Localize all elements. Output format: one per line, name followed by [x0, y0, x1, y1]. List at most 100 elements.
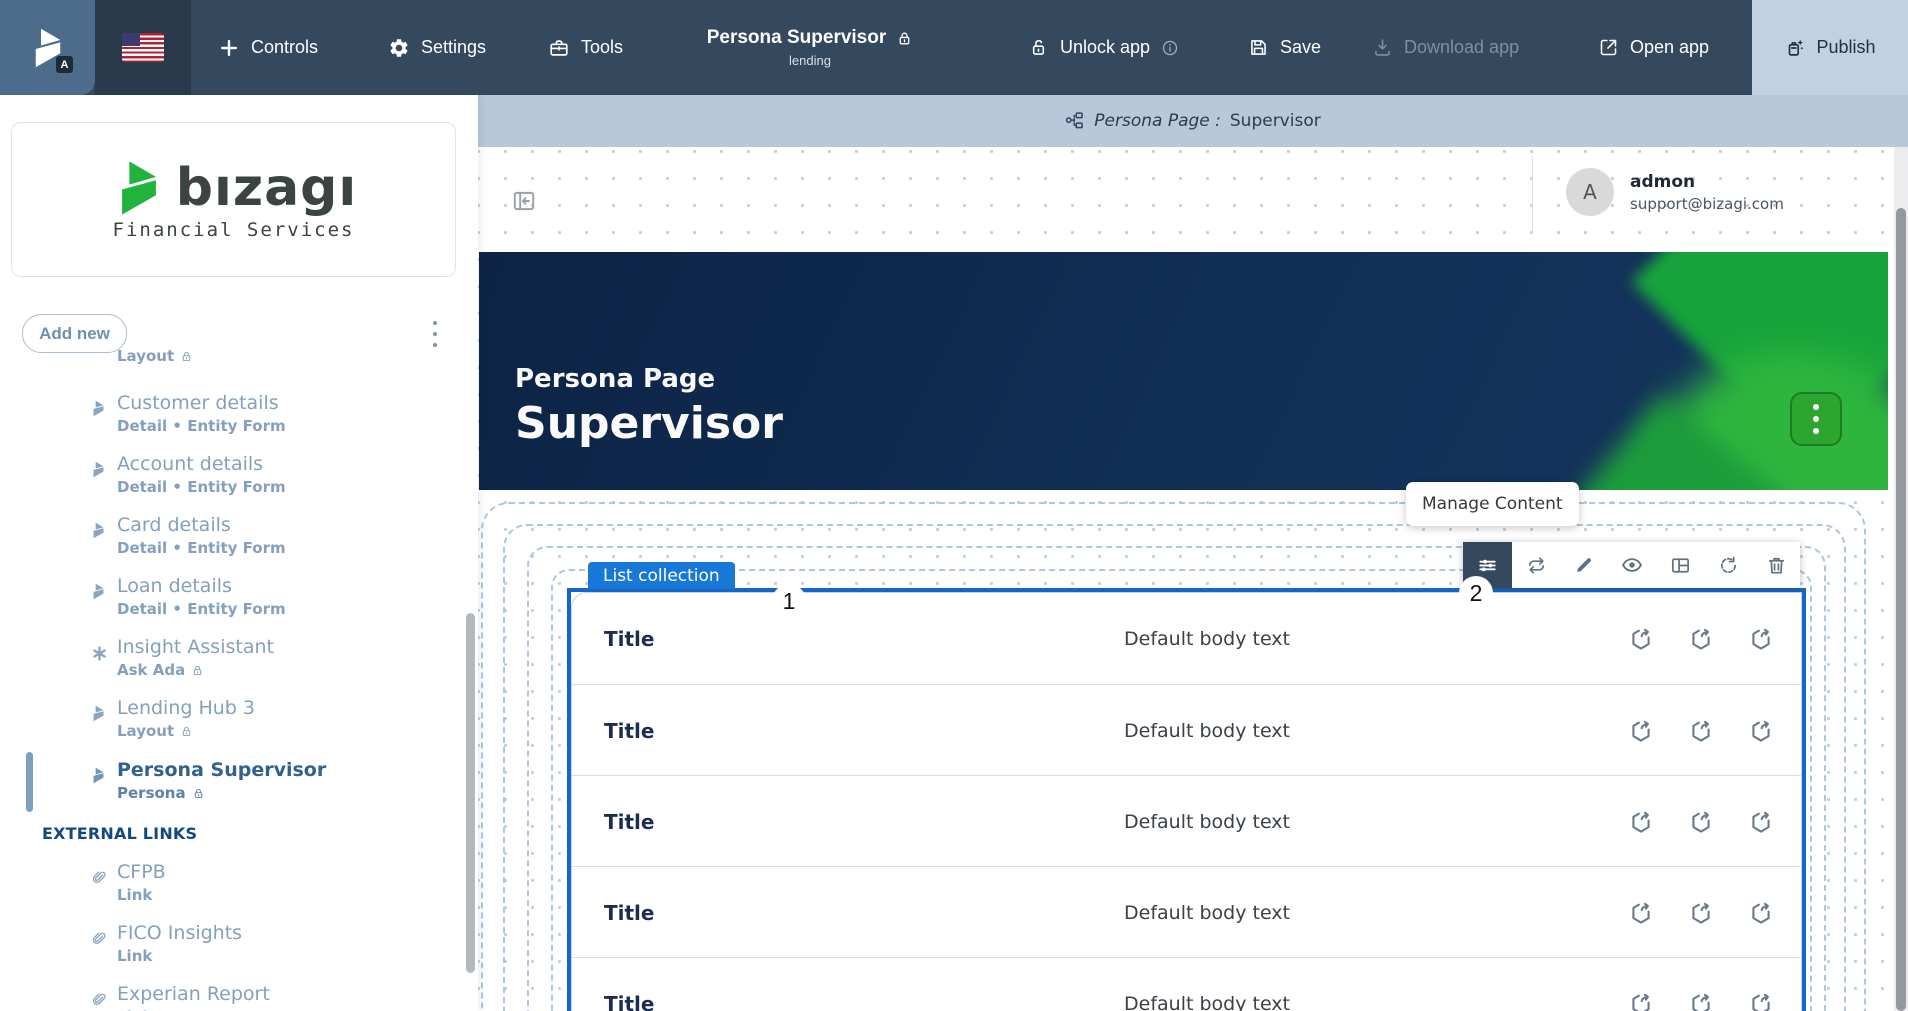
breadcrumb-type: Persona Page : — [1094, 111, 1221, 131]
hero-title: Supervisor — [515, 398, 783, 449]
action-hexagon-icon[interactable] — [1627, 899, 1655, 927]
action-hexagon-icon[interactable] — [1687, 717, 1715, 745]
settings-label: Settings — [421, 37, 486, 58]
app-title-block: Persona Supervisor lending — [660, 0, 960, 95]
avatar: A — [1566, 168, 1614, 216]
columns-icon — [1669, 554, 1692, 577]
list-row[interactable]: Title Default body text — [572, 593, 1801, 684]
action-hexagon-icon[interactable] — [1687, 625, 1715, 653]
list-row[interactable]: Title Default body text — [572, 957, 1801, 1011]
sidebar-link-fico-insights[interactable]: FICO Insights Link — [0, 922, 478, 978]
row-actions — [1627, 685, 1775, 776]
row-body: Default body text — [1124, 593, 1290, 684]
user-chip[interactable]: A admon support@bizagi.com — [1566, 168, 1784, 216]
form-arrow-icon — [90, 400, 107, 417]
list-row[interactable]: Title Default body text — [572, 866, 1801, 957]
row-actions — [1627, 776, 1775, 867]
action-hexagon-icon[interactable] — [1747, 625, 1775, 653]
hero-banner[interactable]: Persona Page Supervisor — [479, 252, 1888, 490]
action-hexagon-icon[interactable] — [1747, 990, 1775, 1011]
sidebar-item-scrolled[interactable]: Layout — [0, 347, 478, 369]
form-arrow-icon — [90, 522, 107, 539]
open-app-button[interactable]: Open app — [1598, 0, 1709, 95]
controls-button[interactable]: Controls — [218, 0, 318, 95]
list-row[interactable]: Title Default body text — [572, 775, 1801, 866]
save-button[interactable]: Save — [1248, 0, 1321, 95]
list-row[interactable]: Title Default body text — [572, 684, 1801, 775]
sidebar-menu-kebab-icon[interactable] — [428, 321, 442, 347]
row-title: Title — [604, 593, 654, 684]
publish-label: Publish — [1816, 37, 1875, 58]
row-title: Title — [604, 685, 654, 776]
sidebar-item-customer-details[interactable]: Customer details Detail • Entity Form — [0, 392, 478, 448]
action-hexagon-icon[interactable] — [1627, 808, 1655, 836]
row-body: Default body text — [1124, 867, 1290, 958]
tools-label: Tools — [581, 37, 623, 58]
external-link-icon — [1598, 37, 1619, 58]
form-arrow-icon — [90, 583, 107, 600]
lock-icon — [192, 787, 205, 800]
action-hexagon-icon[interactable] — [1687, 990, 1715, 1011]
pencil-icon — [1573, 554, 1595, 576]
sidebar-link-cfpb[interactable]: CFPB Link — [0, 861, 478, 917]
plus-icon — [218, 37, 240, 59]
form-arrow-icon — [90, 461, 107, 478]
action-hexagon-icon[interactable] — [1687, 899, 1715, 927]
preview-button[interactable] — [1608, 542, 1656, 588]
tools-button[interactable]: Tools — [548, 0, 623, 95]
refresh-binding-button[interactable] — [1704, 542, 1752, 588]
action-hexagon-icon[interactable] — [1747, 808, 1775, 836]
download-icon — [1372, 37, 1393, 58]
lock-icon — [896, 30, 913, 47]
row-title: Title — [604, 958, 654, 1011]
action-hexagon-icon[interactable] — [1747, 899, 1775, 927]
sidebar-item-account-details[interactable]: Account details Detail • Entity Form — [0, 453, 478, 509]
save-label: Save — [1280, 37, 1321, 58]
action-hexagon-icon[interactable] — [1747, 717, 1775, 745]
language-selector[interactable] — [95, 0, 191, 95]
selected-widget-outline[interactable]: Title Default body text Title Default bo… — [567, 588, 1806, 1011]
settings-button[interactable]: Settings — [388, 0, 486, 95]
edit-button[interactable] — [1560, 542, 1608, 588]
publish-button[interactable]: Publish — [1752, 0, 1908, 95]
form-arrow-icon — [90, 705, 107, 722]
page-scrollbar[interactable] — [1896, 208, 1906, 1011]
unlock-app-button[interactable]: Unlock app — [1028, 0, 1179, 95]
brand-name: bızagı — [176, 162, 357, 214]
row-actions — [1627, 593, 1775, 684]
hero-options-kebab-button[interactable] — [1790, 392, 1842, 446]
us-flag-icon — [122, 33, 164, 62]
action-hexagon-icon[interactable] — [1627, 625, 1655, 653]
breadcrumb-name: Supervisor — [1230, 111, 1321, 131]
gear-icon — [388, 37, 410, 59]
sidebar-link-experian-report[interactable]: Experian Report Link — [0, 983, 478, 1011]
open-app-label: Open app — [1630, 37, 1709, 58]
row-title: Title — [604, 867, 654, 958]
row-actions — [1627, 958, 1775, 1011]
sliders-icon — [1476, 554, 1499, 577]
lock-icon — [180, 725, 193, 738]
toolbox-icon — [548, 37, 570, 59]
info-icon[interactable] — [1161, 39, 1179, 57]
row-title: Title — [604, 776, 654, 867]
brand-card: bızagı Financial Services — [11, 122, 456, 277]
sidebar-item-persona-supervisor[interactable]: Persona Supervisor Persona — [0, 759, 478, 815]
download-app-button[interactable]: Download app — [1372, 0, 1519, 95]
action-hexagon-icon[interactable] — [1627, 990, 1655, 1011]
user-email: support@bizagi.com — [1630, 195, 1784, 213]
sidebar-item-lending-hub-3[interactable]: Lending Hub 3 Layout — [0, 697, 478, 753]
breadcrumb[interactable]: Persona Page : Supervisor — [478, 95, 1908, 147]
sidebar-item-loan-details[interactable]: Loan details Detail • Entity Form — [0, 575, 478, 631]
app-title: Persona Supervisor — [707, 27, 887, 49]
sidebar-item-card-details[interactable]: Card details Detail • Entity Form — [0, 514, 478, 570]
sidebar-item-insight-assistant[interactable]: Insight Assistant Ask Ada — [0, 636, 478, 692]
layout-button[interactable] — [1656, 542, 1704, 588]
sidebar-scrollbar[interactable] — [466, 613, 475, 973]
action-hexagon-icon[interactable] — [1687, 808, 1715, 836]
action-hexagon-icon[interactable] — [1627, 717, 1655, 745]
bizagi-app-logo[interactable]: A — [0, 0, 95, 95]
collapse-panel-icon[interactable] — [510, 188, 538, 214]
asterisk-icon — [90, 644, 109, 663]
delete-widget-button[interactable] — [1752, 542, 1800, 588]
replace-widget-button[interactable] — [1512, 542, 1560, 588]
